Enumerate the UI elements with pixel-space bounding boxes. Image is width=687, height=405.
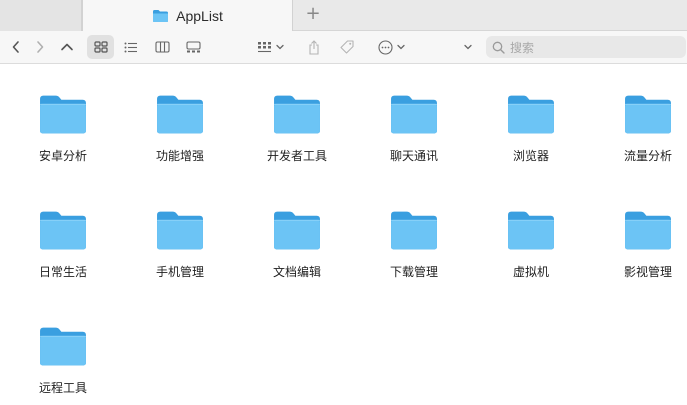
tab-applist[interactable]: AppList: [82, 0, 293, 32]
file-grid: 安卓分析 功能增强 开发者工具 聊天通讯 浏览器 流量分析 日常生活 手机管理 …: [0, 64, 687, 405]
folder-icon: [40, 95, 86, 134]
folder-icon: [625, 211, 671, 250]
new-tab-button[interactable]: +: [305, 5, 321, 23]
enclosing-folder-button[interactable]: [56, 35, 78, 59]
folder-icon: [274, 95, 320, 134]
folder-item-13[interactable]: 远程工具: [8, 296, 118, 396]
gallery-view-button[interactable]: [181, 35, 205, 59]
share-icon: [309, 39, 319, 55]
folder-item-6[interactable]: 流量分析: [593, 64, 687, 164]
search-icon: [492, 41, 505, 54]
folder-item-10[interactable]: 下载管理: [359, 180, 469, 280]
folder-icon: [40, 211, 86, 250]
folder-icon: [391, 211, 437, 250]
dropdown-icon: [464, 44, 472, 50]
folder-label: 安卓分析: [38, 149, 87, 163]
chevron-left-icon: [12, 41, 19, 53]
more-icon: [377, 39, 393, 55]
folder-item-3[interactable]: 开发者工具: [242, 64, 352, 164]
folder-label: 手机管理: [155, 265, 204, 279]
gallery-view-icon: [185, 41, 201, 53]
folder-icon: [157, 95, 203, 134]
folder-item-9[interactable]: 文档编辑: [242, 180, 352, 280]
folder-label: 日常生活: [38, 265, 87, 279]
folder-icon: [153, 10, 169, 22]
search-field[interactable]: 搜索: [486, 36, 686, 58]
folder-icon: [40, 327, 86, 366]
tag-button[interactable]: [336, 35, 358, 59]
chevron-down-icon: [275, 44, 284, 50]
list-view-icon: [124, 42, 137, 52]
folder-item-5[interactable]: 浏览器: [476, 64, 586, 164]
folder-label: 下载管理: [389, 265, 438, 279]
folder-label: 虚拟机: [512, 265, 549, 279]
forward-button[interactable]: [30, 35, 50, 59]
back-button[interactable]: [6, 35, 26, 59]
tab-bar-left-area: [0, 0, 82, 31]
icon-view-button[interactable]: [87, 35, 114, 59]
search-placeholder: 搜索: [510, 40, 535, 55]
folder-label: 聊天通讯: [389, 149, 438, 163]
tab-title: AppList: [176, 8, 223, 24]
toolbar-overflow-button[interactable]: [458, 35, 478, 59]
folder-icon: [157, 211, 203, 250]
group-icon: [257, 42, 271, 53]
chevron-up-icon: [61, 43, 73, 51]
folder-label: 功能增强: [155, 149, 204, 163]
group-button[interactable]: [252, 35, 288, 59]
folder-label: 开发者工具: [266, 149, 327, 163]
folder-icon: [508, 211, 554, 250]
folder-icon: [274, 211, 320, 250]
tag-icon: [340, 40, 354, 54]
share-button[interactable]: [304, 35, 324, 59]
tab-bar: AppList +: [0, 0, 687, 32]
list-view-button[interactable]: [119, 35, 143, 59]
folder-item-8[interactable]: 手机管理: [125, 180, 235, 280]
folder-icon: [625, 95, 671, 134]
folder-item-2[interactable]: 功能增强: [125, 64, 235, 164]
folder-label: 文档编辑: [272, 265, 321, 279]
folder-item-1[interactable]: 安卓分析: [8, 64, 118, 164]
chevron-down-icon: [396, 44, 405, 50]
action-button[interactable]: [373, 35, 409, 59]
folder-item-12[interactable]: 影视管理: [593, 180, 687, 280]
chevron-right-icon: [37, 41, 44, 53]
folder-label: 流量分析: [623, 149, 672, 163]
folder-icon: [508, 95, 554, 134]
folder-label: 影视管理: [623, 265, 672, 279]
folder-label: 远程工具: [38, 381, 87, 395]
grid-view-icon: [93, 41, 108, 53]
column-view-icon: [154, 41, 170, 53]
folder-item-4[interactable]: 聊天通讯: [359, 64, 469, 164]
folder-item-7[interactable]: 日常生活: [8, 180, 118, 280]
folder-icon: [391, 95, 437, 134]
folder-label: 浏览器: [512, 149, 549, 163]
folder-item-11[interactable]: 虚拟机: [476, 180, 586, 280]
column-view-button[interactable]: [150, 35, 174, 59]
